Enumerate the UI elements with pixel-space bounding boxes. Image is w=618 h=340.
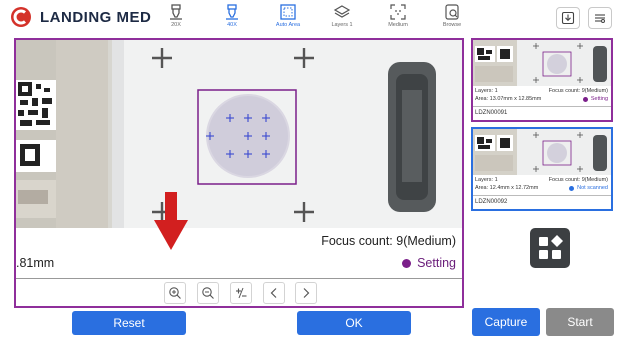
status-indicator: Setting: [402, 256, 456, 270]
layers-icon: [333, 5, 351, 18]
tool-label: Browse: [442, 22, 462, 28]
thumb-area: Area: 12.4mm x 12.72mm: [475, 185, 539, 191]
tool-auto-area[interactable]: Auto Area: [266, 3, 310, 35]
plus-minus-icon: [236, 287, 247, 299]
toolbar: LANDING MED 20X 40X Auto Area Layers 1 M…: [0, 0, 618, 36]
zoom-out-button[interactable]: [197, 282, 219, 304]
area-size: .81mm: [16, 256, 55, 270]
status-label: Setting: [417, 256, 456, 270]
brand-name: LANDING MED: [40, 8, 152, 26]
tool-label: Auto Area: [275, 22, 301, 28]
gallery-button[interactable]: [530, 228, 570, 268]
thumb-status-label: Not scanned: [577, 185, 608, 191]
start-button[interactable]: Start: [546, 308, 614, 336]
objective-icon: [226, 4, 238, 20]
slide-info: Focus count: 9(Medium) .81mm Setting: [16, 228, 462, 278]
zoom-in-button[interactable]: [164, 282, 186, 304]
pointer-arrow-icon: [154, 192, 188, 250]
slide-thumbnail-2[interactable]: Layers: 1 Focus count: 9(Medium) Area: 1…: [471, 127, 613, 211]
browse-icon: [445, 4, 459, 20]
objective-icon: [170, 4, 182, 20]
thumb-layers: Layers: 1: [475, 177, 498, 183]
capture-button[interactable]: Capture: [472, 308, 540, 336]
focus-icon: [390, 4, 406, 20]
previous-button[interactable]: [263, 282, 285, 304]
focus-count: Focus count: 9(Medium): [321, 234, 456, 248]
ok-button[interactable]: OK: [297, 311, 411, 335]
slide-image[interactable]: [16, 40, 462, 228]
view-controls: [16, 278, 462, 306]
zoom-out-icon: [202, 287, 214, 299]
tool-label: Medium: [388, 22, 408, 28]
auto-area-icon: [280, 4, 296, 20]
download-box-icon: [561, 11, 575, 25]
reset-button[interactable]: Reset: [72, 311, 186, 335]
qr-code-icon: [16, 80, 56, 130]
slide-drawing: [16, 40, 462, 228]
thumb-focus: Focus count: 9(Medium): [548, 177, 608, 183]
slide-thumbnail-1[interactable]: Layers: 1 Focus count: 9(Medium) Area: 1…: [471, 38, 613, 122]
slide-preview-panel: Focus count: 9(Medium) .81mm Setting: [14, 38, 464, 308]
thumbnail-image: [473, 40, 611, 86]
tool-browse[interactable]: Browse: [430, 3, 474, 35]
import-button[interactable]: [556, 7, 580, 29]
tool-40x[interactable]: 40X: [210, 3, 254, 35]
plus-minus-button[interactable]: [230, 282, 252, 304]
thumb-status: Setting: [582, 96, 608, 102]
chevron-right-icon: [303, 288, 310, 298]
settings-button[interactable]: [588, 7, 612, 29]
thumb-focus: Focus count: 9(Medium): [548, 88, 608, 94]
status-dot: [569, 185, 575, 191]
thumbnail-drawing: [473, 129, 611, 175]
thumb-status-label: Setting: [590, 96, 608, 102]
grid-layout-icon: [539, 235, 563, 259]
next-button[interactable]: [295, 282, 317, 304]
tool-20x[interactable]: 20X: [154, 3, 198, 35]
tool-label: 40X: [227, 22, 237, 28]
thumb-layers: Layers: 1: [475, 88, 498, 94]
tool-label: 20X: [171, 22, 181, 28]
chevron-left-icon: [270, 288, 277, 298]
brand-logo: LANDING MED: [10, 6, 151, 28]
thumb-status: Not scanned: [569, 185, 608, 191]
sliders-icon: [595, 14, 605, 23]
tool-focus[interactable]: Medium: [376, 3, 420, 35]
zoom-in-icon: [169, 287, 181, 299]
thumbnail-image: [473, 129, 611, 175]
logo-icon: [11, 7, 31, 27]
thumb-area: Area: 13.07mm x 12.85mm: [475, 96, 542, 102]
status-dot: [402, 258, 412, 268]
thumb-id: LDZN00091: [473, 106, 611, 120]
tool-layers[interactable]: Layers 1: [320, 3, 364, 35]
tool-label: Layers 1: [331, 22, 353, 28]
scanner-app: LANDING MED 20X 40X Auto Area Layers 1 M…: [0, 0, 618, 340]
thumb-id: LDZN00092: [473, 195, 611, 209]
status-dot: [582, 96, 588, 102]
thumbnail-drawing: [473, 40, 611, 86]
